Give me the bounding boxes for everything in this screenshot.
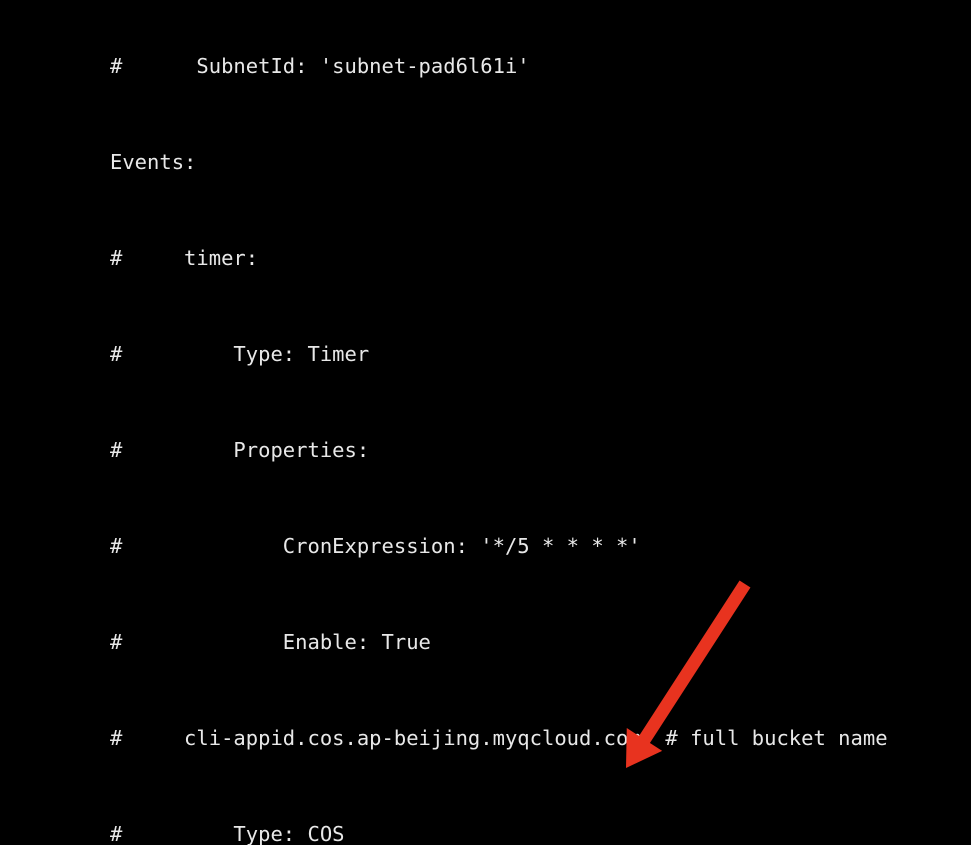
code-line: # timer: — [110, 246, 259, 270]
code-line: # Type: Timer — [110, 342, 370, 366]
code-line: Events: — [110, 150, 197, 174]
yaml-code-content[interactable]: # SubnetId: 'subnet-pad6l61i' Events: # … — [110, 0, 971, 845]
code-line: # CronExpression: '*/5 * * * *' — [110, 534, 641, 558]
code-line: # SubnetId: 'subnet-pad6l61i' — [110, 54, 530, 78]
code-line: # Properties: — [110, 438, 370, 462]
code-line: # Type: COS — [110, 822, 345, 845]
code-line: # cli-appid.cos.ap-beijing.myqcloud.com:… — [110, 726, 888, 750]
terminal-window: # SubnetId: 'subnet-pad6l61i' Events: # … — [0, 0, 971, 845]
code-line: # Enable: True — [110, 630, 431, 654]
